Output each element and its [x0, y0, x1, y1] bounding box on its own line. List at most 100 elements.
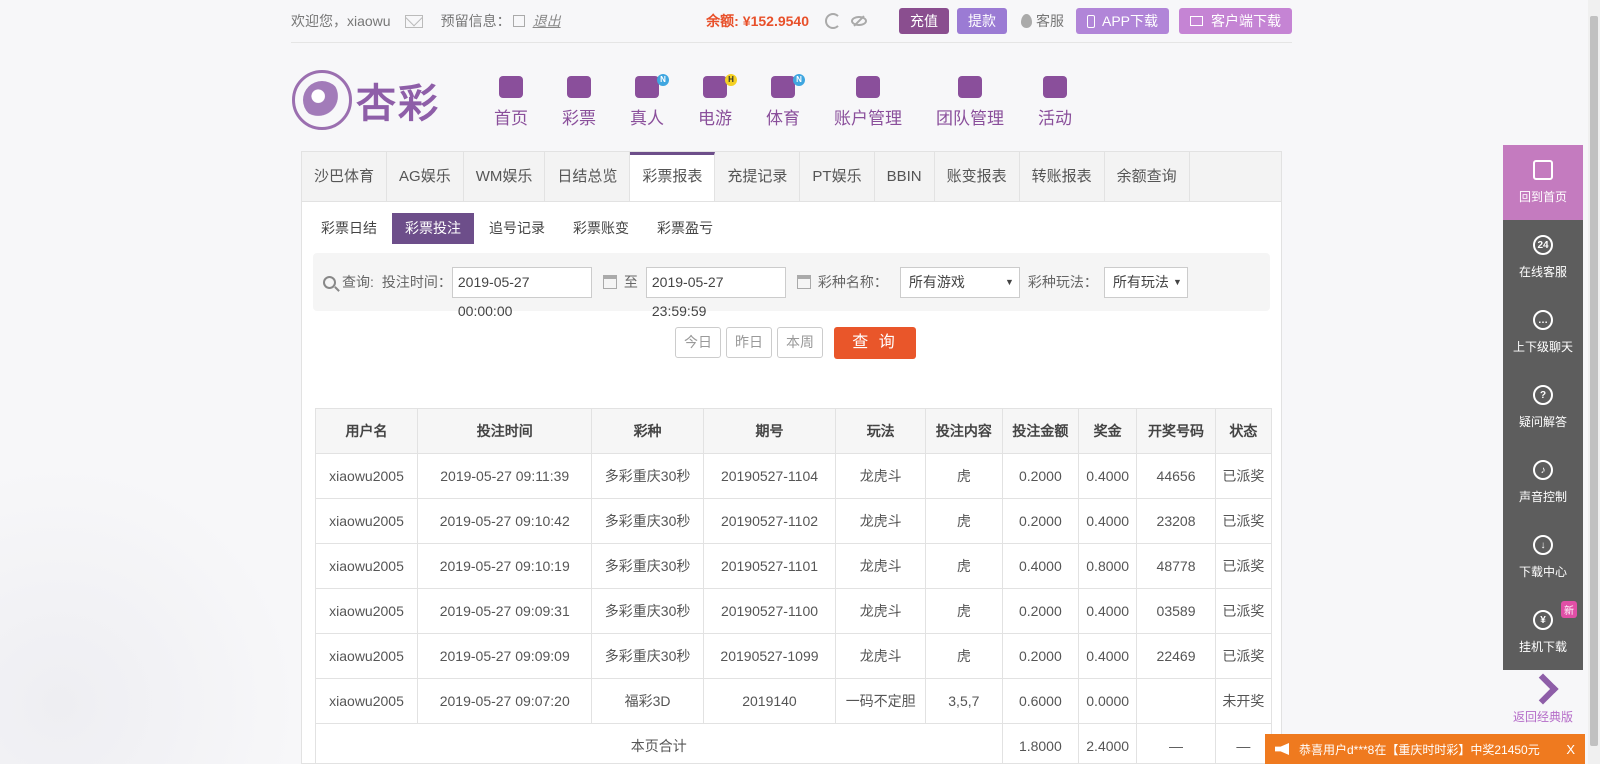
- nav-label: 真人: [630, 109, 664, 128]
- table-row: xiaowu2005 2019-05-27 09:10:42 多彩重庆30秒 2019…: [314, 498, 1273, 544]
- column-header: 玩法: [835, 408, 927, 454]
- report-tabs: 沙巴体育 AG娱乐 WM娱乐 日结总览 彩票报表 充提记录 PT娱乐 BBIN 账变报表 转账报表…: [302, 152, 1281, 202]
- chat-icon: …: [1533, 310, 1553, 330]
- sidebar-label: 回到首页: [1518, 190, 1567, 204]
- table-cell[interactable]: 已派奖: [1214, 588, 1273, 634]
- nav-item-1[interactable]: 彩票: [562, 76, 596, 129]
- report-tab-4[interactable]: 彩票报表: [630, 152, 716, 201]
- to-label: 至: [623, 274, 638, 290]
- hide-balance-icon[interactable]: [850, 16, 867, 26]
- table-row: xiaowu2005 2019-05-27 09:09:09 多彩重庆30秒 2019…: [314, 633, 1273, 679]
- edit-icon[interactable]: [512, 15, 525, 27]
- sidebar-item-6[interactable]: ¥ 挂机下载 新: [1503, 595, 1583, 670]
- table-cell: xiaowu2005: [314, 543, 419, 589]
- withdraw-button[interactable]: 提款: [956, 8, 1007, 34]
- column-header: 彩种: [591, 408, 704, 454]
- table-cell[interactable]: 已派奖: [1214, 453, 1273, 499]
- return-label: 返回经典版: [1512, 710, 1573, 724]
- nav-label: 首页: [494, 109, 528, 128]
- site-logo[interactable]: 杏彩: [292, 70, 440, 130]
- nav-item-2[interactable]: N 真人: [630, 74, 669, 129]
- report-tab-5[interactable]: 充提记录: [715, 152, 801, 201]
- today-button[interactable]: 今日: [675, 327, 721, 358]
- lottery-subtab-1[interactable]: 彩票投注: [392, 213, 474, 244]
- account-icon: [856, 76, 880, 98]
- report-tab-7[interactable]: BBIN: [875, 152, 935, 201]
- lottery-subtab-3[interactable]: 彩票账变: [560, 213, 642, 244]
- table-cell: 2019-05-27 09:09:09: [417, 633, 593, 679]
- table-cell[interactable]: 已派奖: [1214, 633, 1273, 679]
- lottery-subtab-0[interactable]: 彩票日结: [308, 213, 390, 244]
- phone-icon: [1086, 14, 1095, 28]
- yesterday-button[interactable]: 昨日: [726, 327, 772, 358]
- nav-item-0[interactable]: 首页: [494, 76, 528, 129]
- play-type-select[interactable]: 所有玩法: [1103, 266, 1188, 298]
- username: xiaowu: [347, 13, 391, 29]
- this-week-button[interactable]: 本周: [777, 327, 823, 358]
- calendar-icon[interactable]: [796, 275, 811, 289]
- table-cell[interactable]: 已派奖: [1214, 498, 1273, 544]
- customer-service-link[interactable]: 客服: [1020, 11, 1064, 31]
- main-nav: 首页 彩票 N 真人 H 电游 N 体育 账户管理 团队管理 活动: [494, 74, 1106, 129]
- report-tab-2[interactable]: WM娱乐: [464, 152, 546, 201]
- total-prize: 2.4000: [1078, 723, 1138, 764]
- app-download-button[interactable]: APP下载: [1075, 8, 1169, 34]
- client-download-button[interactable]: 客户端下载: [1179, 8, 1292, 34]
- report-tab-10[interactable]: 余额查询: [1105, 152, 1190, 201]
- nav-item-6[interactable]: 团队管理: [936, 76, 1004, 129]
- report-tab-3[interactable]: 日结总览: [545, 152, 631, 201]
- table-cell: 0.2000: [1001, 453, 1080, 499]
- table-cell: 0.4000: [1078, 588, 1138, 634]
- mail-icon[interactable]: [404, 14, 423, 28]
- table-cell: 48778: [1136, 543, 1216, 589]
- table-cell: 多彩重庆30秒: [591, 453, 704, 499]
- speaker-icon: ♪: [1533, 460, 1553, 480]
- table-cell: 2019-05-27 09:10:42: [417, 498, 593, 544]
- start-time-input[interactable]: 2019-05-27 00:00:00: [451, 266, 592, 319]
- lottery-subtabs: 彩票日结 彩票投注 追号记录 彩票账变 彩票盈亏: [308, 213, 1281, 244]
- nav-item-7[interactable]: 活动: [1038, 76, 1072, 129]
- table-cell: 龙虎斗: [835, 633, 927, 679]
- scrollbar-thumb[interactable]: [1590, 16, 1598, 746]
- sidebar-item-5[interactable]: ↓ 下载中心: [1503, 520, 1583, 595]
- page-scrollbar[interactable]: [1588, 0, 1600, 764]
- sidebar-item-2[interactable]: … 上下级聊天: [1503, 295, 1583, 370]
- sidebar-item-3[interactable]: ? 疑问解答: [1503, 370, 1583, 445]
- nav-item-3[interactable]: H 电游: [698, 74, 737, 129]
- nav-item-4[interactable]: N 体育: [766, 74, 805, 129]
- end-time-input[interactable]: 2019-05-27 23:59:59: [645, 266, 786, 319]
- sidebar-item-1[interactable]: 24 在线客服: [1503, 220, 1583, 295]
- table-cell: 20190527-1104: [702, 453, 837, 499]
- report-tab-6[interactable]: PT娱乐: [800, 152, 875, 201]
- report-tab-1[interactable]: AG娱乐: [387, 152, 464, 201]
- return-classic-link[interactable]: 返回经典版: [1503, 670, 1583, 740]
- nav-badge: H: [725, 74, 737, 86]
- table-cell: xiaowu2005: [314, 588, 419, 634]
- dealer-icon: N: [635, 74, 669, 98]
- logout-link[interactable]: 退出: [533, 11, 561, 31]
- table-cell: 虎: [925, 498, 1003, 544]
- search-bar: 查询: 投注时间： 2019-05-27 00:00:00 至 2019-05-…: [313, 253, 1270, 319]
- query-button[interactable]: 查 询: [834, 327, 916, 359]
- lottery-subtab-2[interactable]: 追号记录: [476, 213, 558, 244]
- moneybag-icon: ¥: [1533, 610, 1553, 630]
- recharge-button[interactable]: 充值: [898, 8, 949, 34]
- lottery-subtab-4[interactable]: 彩票盈亏: [644, 213, 726, 244]
- table-cell: 22469: [1136, 633, 1216, 679]
- sidebar-item-4[interactable]: ♪ 声音控制: [1503, 445, 1583, 520]
- report-tab-9[interactable]: 转账报表: [1020, 152, 1105, 201]
- table-cell: 2019-05-27 09:11:39: [417, 453, 593, 499]
- sidebar-label: 挂机下载: [1518, 640, 1567, 654]
- sidebar-item-0[interactable]: 回到首页: [1503, 145, 1583, 220]
- report-tab-0[interactable]: 沙巴体育: [302, 152, 388, 201]
- close-notification-button[interactable]: X: [1566, 742, 1575, 757]
- calendar-icon[interactable]: [602, 275, 617, 289]
- nav-item-5[interactable]: 账户管理: [834, 76, 902, 129]
- game-name-select[interactable]: 所有游戏: [899, 266, 1020, 298]
- refresh-icon[interactable]: [824, 13, 841, 29]
- trophy-icon: N: [771, 74, 805, 98]
- table-cell[interactable]: 已派奖: [1214, 543, 1273, 589]
- total-label: 本页合计: [315, 723, 1003, 764]
- table-cell[interactable]: 未开奖: [1214, 678, 1273, 724]
- report-tab-8[interactable]: 账变报表: [935, 152, 1020, 201]
